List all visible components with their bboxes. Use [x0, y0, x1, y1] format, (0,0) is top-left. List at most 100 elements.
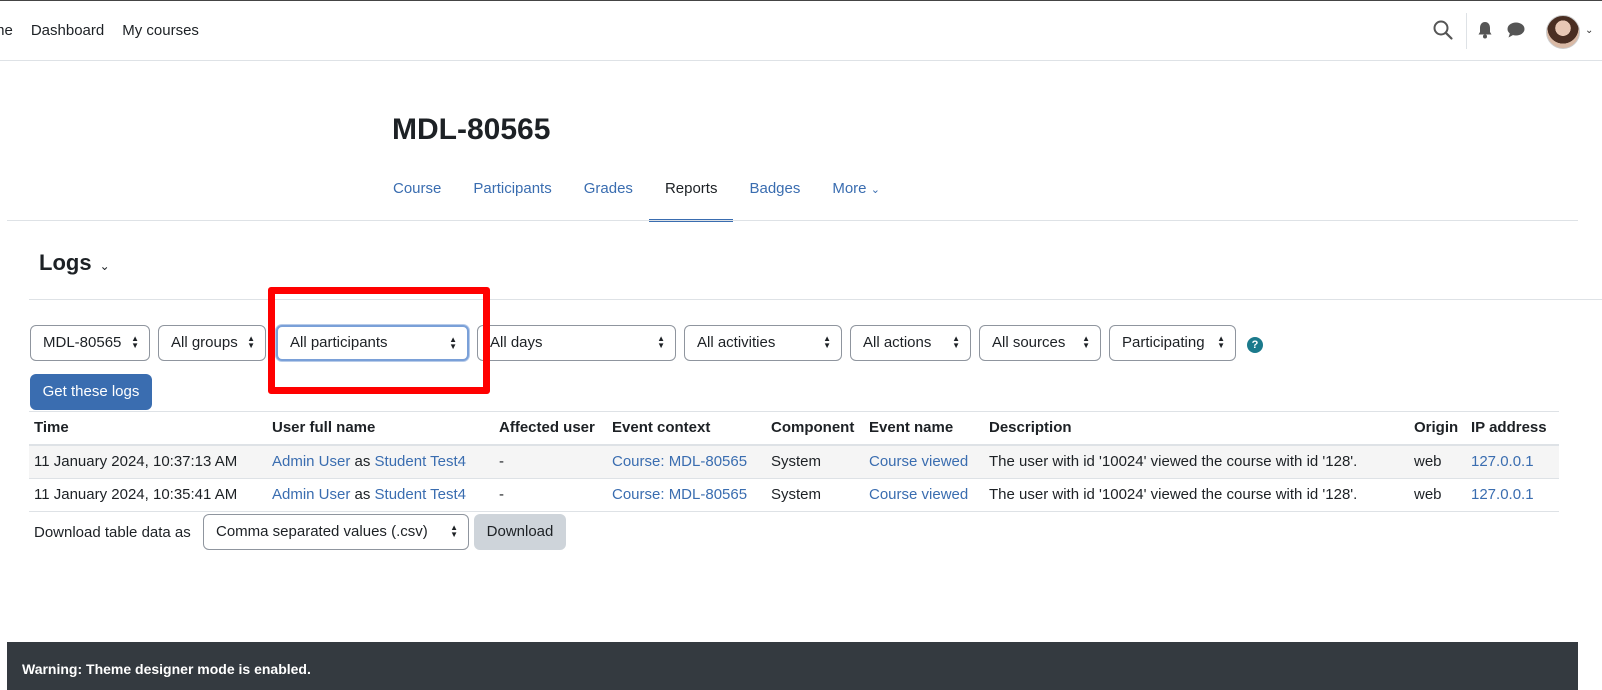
origin-select[interactable]: All sources ▲ ▼: [979, 325, 1101, 361]
user-link[interactable]: Admin User: [272, 486, 350, 503]
origin-cell: web: [1409, 478, 1466, 512]
download-format-value: Comma separated values (.csv): [216, 523, 428, 540]
as-text: as: [354, 452, 371, 470]
tab-course[interactable]: Course: [377, 168, 457, 220]
as-user-link[interactable]: Student Test4: [375, 486, 466, 503]
group-select[interactable]: All groups ▲ ▼: [158, 325, 266, 361]
origin-cell: web: [1409, 445, 1466, 479]
column-header[interactable]: Affected user: [494, 411, 607, 446]
event-cell: Course viewed: [864, 478, 984, 512]
course-select[interactable]: MDL-80565 ▲ ▼: [30, 325, 150, 361]
tab-badges[interactable]: Badges: [733, 168, 816, 220]
event-link[interactable]: Course viewed: [869, 486, 968, 503]
search-icon[interactable]: [1432, 19, 1454, 41]
action-select-value: All actions: [863, 334, 932, 351]
download-label: Download table data as: [34, 524, 191, 541]
user-avatar[interactable]: [1546, 15, 1580, 49]
column-header[interactable]: Event name: [864, 411, 984, 446]
ip-link[interactable]: 127.0.0.1: [1471, 453, 1534, 470]
chevron-down-icon[interactable]: ⌄: [1585, 25, 1593, 36]
component-cell: System: [766, 445, 864, 479]
warning-text: Warning: Theme designer mode is enabled.: [22, 661, 311, 677]
time-cell: 11 January 2024, 10:35:41 AM: [29, 478, 267, 512]
column-header[interactable]: Description: [984, 411, 1409, 446]
primary-navigation: me Dashboard My courses: [0, 22, 217, 39]
download-button[interactable]: Download: [474, 514, 566, 550]
course-select-value: MDL-80565: [43, 334, 122, 351]
footer-warning: Warning: Theme designer mode is enabled.: [7, 642, 1578, 690]
group-select-value: All groups: [171, 334, 238, 351]
column-header[interactable]: Event context: [607, 411, 766, 446]
table-row: 11 January 2024, 10:35:41 AM Admin User …: [29, 478, 1559, 512]
tab-more[interactable]: More ⌄: [816, 168, 896, 220]
edulevel-select[interactable]: Participating ▲ ▼: [1109, 325, 1236, 361]
divider: [29, 299, 1602, 300]
column-header[interactable]: Time: [29, 411, 267, 446]
column-header[interactable]: Component: [766, 411, 864, 446]
column-header[interactable]: Origin: [1409, 411, 1466, 446]
tab-grades[interactable]: Grades: [568, 168, 649, 220]
sort-arrows-icon: ▲ ▼: [247, 334, 255, 351]
secondary-navigation: Course Participants Grades Reports Badge…: [377, 168, 896, 222]
sort-arrows-icon: ▲ ▼: [823, 334, 831, 351]
table-header-row: Time User full name Affected user Event …: [29, 411, 1559, 446]
description-cell: The user with id '10024' viewed the cour…: [984, 445, 1409, 479]
user-cell: Admin User as Student Test4: [267, 478, 494, 512]
ip-link[interactable]: 127.0.0.1: [1471, 486, 1534, 503]
sort-arrows-icon: ▲ ▼: [450, 523, 458, 540]
sort-arrows-icon: ▲ ▼: [1082, 334, 1090, 351]
date-select-value: All days: [490, 334, 543, 351]
as-text: as: [354, 485, 371, 503]
as-user-link[interactable]: Student Test4: [375, 453, 466, 470]
affected-user-cell: -: [494, 478, 607, 512]
chevron-down-icon: ⌄: [870, 184, 880, 196]
sort-arrows-icon: ▲ ▼: [1217, 334, 1225, 351]
user-cell: Admin User as Student Test4: [267, 445, 494, 479]
tab-more-label: More: [832, 180, 867, 197]
user-link[interactable]: Admin User: [272, 453, 350, 470]
page-heading: Logs: [39, 250, 92, 275]
date-select[interactable]: All days ▲ ▼: [477, 325, 676, 361]
origin-select-value: All sources: [992, 334, 1066, 351]
activity-select[interactable]: All activities ▲ ▼: [684, 325, 842, 361]
download-format-select[interactable]: Comma separated values (.csv) ▲ ▼: [203, 514, 469, 550]
tab-participants[interactable]: Participants: [457, 168, 567, 220]
table-row: 11 January 2024, 10:37:13 AM Admin User …: [29, 445, 1559, 479]
bell-icon[interactable]: [1476, 19, 1494, 41]
context-cell: Course: MDL-80565: [607, 445, 766, 479]
column-header[interactable]: IP address: [1466, 411, 1559, 446]
nav-home[interactable]: me: [0, 22, 13, 39]
nav-my-courses[interactable]: My courses: [122, 22, 199, 39]
context-link[interactable]: Course: MDL-80565: [612, 453, 747, 470]
activity-select-value: All activities: [697, 334, 776, 351]
navbar-divider: [1466, 13, 1467, 49]
ip-cell: 127.0.0.1: [1466, 445, 1559, 479]
ip-cell: 127.0.0.1: [1466, 478, 1559, 512]
description-cell: The user with id '10024' viewed the cour…: [984, 478, 1409, 512]
highlight-box: [268, 287, 490, 394]
event-link[interactable]: Course viewed: [869, 453, 968, 470]
sort-arrows-icon: ▲ ▼: [131, 334, 139, 351]
edulevel-select-value: Participating: [1122, 334, 1205, 351]
course-title: MDL-80565: [392, 113, 551, 146]
time-cell: 11 January 2024, 10:37:13 AM: [29, 445, 267, 479]
logs-table: Time User full name Affected user Event …: [29, 411, 1559, 512]
help-icon[interactable]: ?: [1247, 337, 1263, 353]
chat-icon[interactable]: [1506, 19, 1526, 41]
context-link[interactable]: Course: MDL-80565: [612, 486, 747, 503]
report-selector[interactable]: Logs ⌄: [39, 250, 110, 276]
sort-arrows-icon: ▲ ▼: [952, 334, 960, 351]
sort-arrows-icon: ▲ ▼: [657, 334, 665, 351]
component-cell: System: [766, 478, 864, 512]
event-cell: Course viewed: [864, 445, 984, 479]
nav-dashboard[interactable]: Dashboard: [31, 22, 104, 39]
get-logs-button[interactable]: Get these logs: [30, 374, 152, 410]
chevron-down-icon: ⌄: [99, 259, 110, 273]
top-navbar: me Dashboard My courses ⌄: [0, 0, 1602, 61]
divider: [7, 220, 1578, 221]
column-header[interactable]: User full name: [267, 411, 494, 446]
action-select[interactable]: All actions ▲ ▼: [850, 325, 971, 361]
tab-reports[interactable]: Reports: [648, 168, 734, 222]
context-cell: Course: MDL-80565: [607, 478, 766, 512]
affected-user-cell: -: [494, 445, 607, 479]
